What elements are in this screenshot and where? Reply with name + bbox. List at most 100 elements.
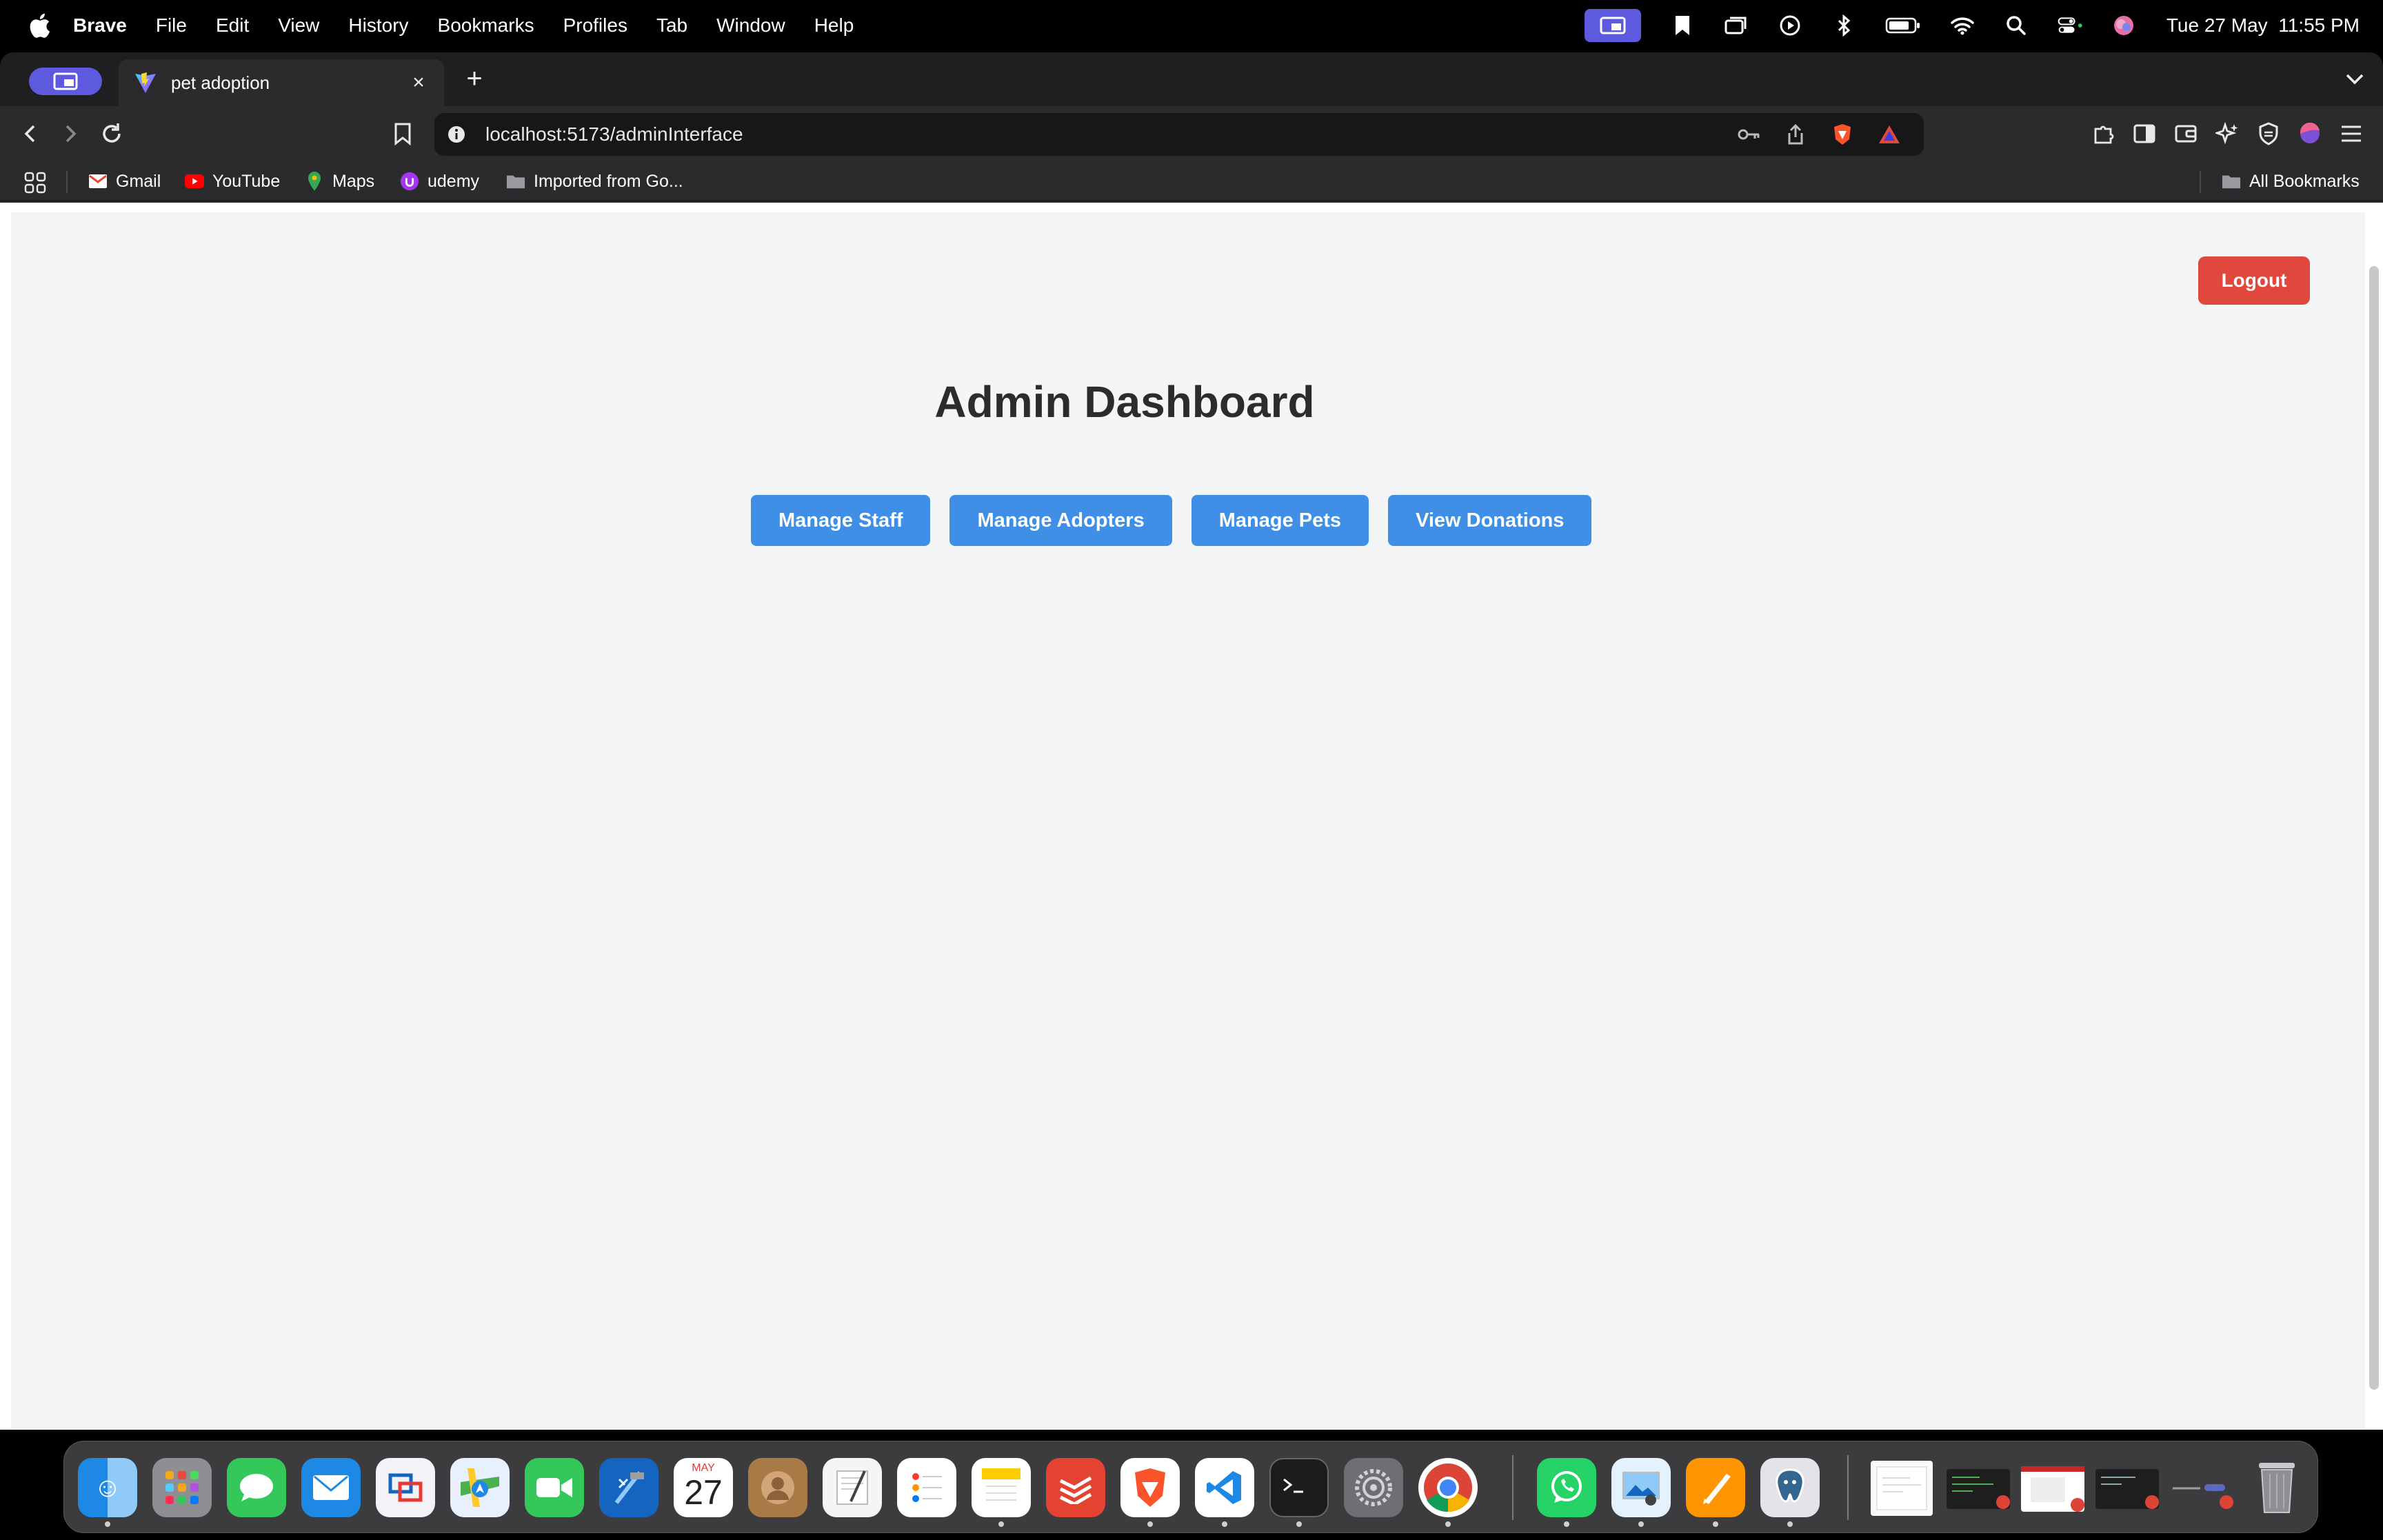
preview-icon[interactable] [1611,1458,1671,1517]
extensions-icon[interactable] [2087,117,2120,150]
launchpad-icon[interactable] [152,1458,212,1517]
tab-pet-adoption[interactable]: pet adoption × [119,59,444,106]
udemy-icon [400,172,419,191]
minimized-window-thumbnail[interactable] [2170,1469,2233,1509]
control-center-icon[interactable] [2058,13,2082,38]
site-info-icon[interactable] [447,125,466,144]
menu-view[interactable]: View [278,14,319,37]
messages-icon[interactable] [227,1458,286,1517]
view-donations-button[interactable]: View Donations [1388,495,1592,546]
menu-tab[interactable]: Tab [656,14,687,37]
running-indicator [1564,1521,1569,1527]
window-switcher-icon[interactable] [1724,13,1749,38]
bookmarks-divider [66,171,68,193]
folder-icon [2222,172,2241,191]
dashboard-actions: Manage Staff Manage Adopters Manage Pets… [751,495,1611,546]
forward-icon[interactable] [54,117,87,150]
screen-share-icon[interactable] [1584,9,1641,42]
menubar-datetime[interactable]: Tue 27 May 11:55 PM [2166,14,2360,37]
bluetooth-icon[interactable] [1831,13,1856,38]
vscode-icon[interactable] [1195,1458,1254,1517]
all-bookmarks-label: All Bookmarks [2249,171,2360,191]
menu-history[interactable]: History [348,14,408,37]
bookmarks-bar: Gmail YouTube Maps udemy Imported from G… [0,161,2383,201]
menu-edit[interactable]: Edit [216,14,249,37]
running-indicator [998,1521,1004,1527]
minimized-document-thumbnail[interactable] [1871,1461,1933,1516]
maps-app-icon[interactable] [450,1458,510,1517]
screens-app-icon[interactable] [376,1458,435,1517]
new-tab-icon[interactable]: + [461,65,488,92]
leo-ai-icon[interactable] [2211,117,2244,150]
minimized-window-thumbnail[interactable] [2021,1466,2084,1512]
whatsapp-icon[interactable] [1537,1458,1596,1517]
sidebar-icon[interactable] [2128,117,2161,150]
url-text[interactable]: localhost:5173/adminInterface [485,123,1736,145]
menu-help[interactable]: Help [814,14,854,37]
calendar-icon[interactable]: MAY 27 [674,1458,733,1517]
bookmark-folder-imported[interactable]: Imported from Go... [506,168,683,194]
close-tab-icon[interactable]: × [408,72,429,93]
siri-icon[interactable] [2111,13,2136,38]
profile-button[interactable] [29,68,102,95]
tab-strip: pet adoption × + [0,52,2383,106]
address-bar[interactable]: localhost:5173/adminInterface [434,113,1924,156]
menu-app-name[interactable]: Brave [73,14,127,37]
bookmark-label: Gmail [116,171,161,191]
share-icon[interactable] [1783,122,1808,147]
minimized-window-thumbnail[interactable] [1947,1469,2010,1509]
reminders-icon[interactable] [897,1458,956,1517]
brave-shields-icon[interactable] [1830,122,1855,147]
bookmark-status-icon[interactable] [1670,13,1695,38]
manage-adopters-button[interactable]: Manage Adopters [949,495,1172,546]
facetime-icon[interactable] [525,1458,584,1517]
apple-icon[interactable] [28,12,51,39]
bookmark-youtube[interactable]: YouTube [185,168,280,194]
menu-profiles[interactable]: Profiles [563,14,627,37]
minimized-window-thumbnail[interactable] [2095,1469,2159,1509]
todoist-icon[interactable] [1046,1458,1105,1517]
vertical-scrollbar[interactable] [2365,203,2383,1430]
xcode-icon[interactable] [599,1458,658,1517]
menu-file[interactable]: File [156,14,187,37]
menu-window[interactable]: Window [716,14,785,37]
main-menu-icon[interactable] [2335,117,2368,150]
password-key-icon[interactable] [1736,122,1761,147]
mail-icon[interactable] [301,1458,361,1517]
bookmark-gmail[interactable]: Gmail [88,168,161,194]
wallet-icon[interactable] [2169,117,2202,150]
postgresql-icon[interactable] [1760,1458,1820,1517]
manage-staff-button[interactable]: Manage Staff [751,495,931,546]
system-settings-icon[interactable] [1344,1458,1403,1517]
browser-profile-avatar[interactable] [2293,117,2326,150]
battery-icon[interactable] [1885,13,1921,38]
running-indicator [1713,1521,1718,1527]
logout-button[interactable]: Logout [2198,256,2310,305]
spotlight-search-icon[interactable] [2004,13,2029,38]
wifi-icon[interactable] [1950,13,1975,38]
trash-icon[interactable] [2247,1458,2306,1517]
textedit-icon[interactable] [823,1458,882,1517]
vpn-shield-icon[interactable] [2252,117,2285,150]
all-bookmarks-folder[interactable]: All Bookmarks [2222,168,2360,194]
menu-bookmarks[interactable]: Bookmarks [438,14,534,37]
pages-icon[interactable] [1686,1458,1745,1517]
tab-list-chevron-icon[interactable] [2342,66,2368,92]
brave-browser-icon[interactable] [1120,1458,1180,1517]
bookmark-label: YouTube [212,171,281,191]
manage-pets-button[interactable]: Manage Pets [1191,495,1369,546]
terminal-icon[interactable] [1269,1458,1329,1517]
brave-rewards-icon[interactable] [1877,122,1902,147]
bookmark-page-icon[interactable] [386,117,419,150]
contacts-icon[interactable] [748,1458,807,1517]
reload-icon[interactable] [95,117,128,150]
finder-icon[interactable]: ☺ [78,1458,137,1517]
back-icon[interactable] [14,117,47,150]
scrollbar-thumb[interactable] [2369,266,2379,1390]
notes-icon[interactable] [972,1458,1031,1517]
chrome-icon[interactable] [1418,1458,1478,1517]
apps-grid-icon[interactable] [23,171,47,194]
bookmark-maps[interactable]: Maps [305,168,374,194]
play-icon[interactable] [1778,13,1802,38]
bookmark-udemy[interactable]: udemy [400,168,479,194]
